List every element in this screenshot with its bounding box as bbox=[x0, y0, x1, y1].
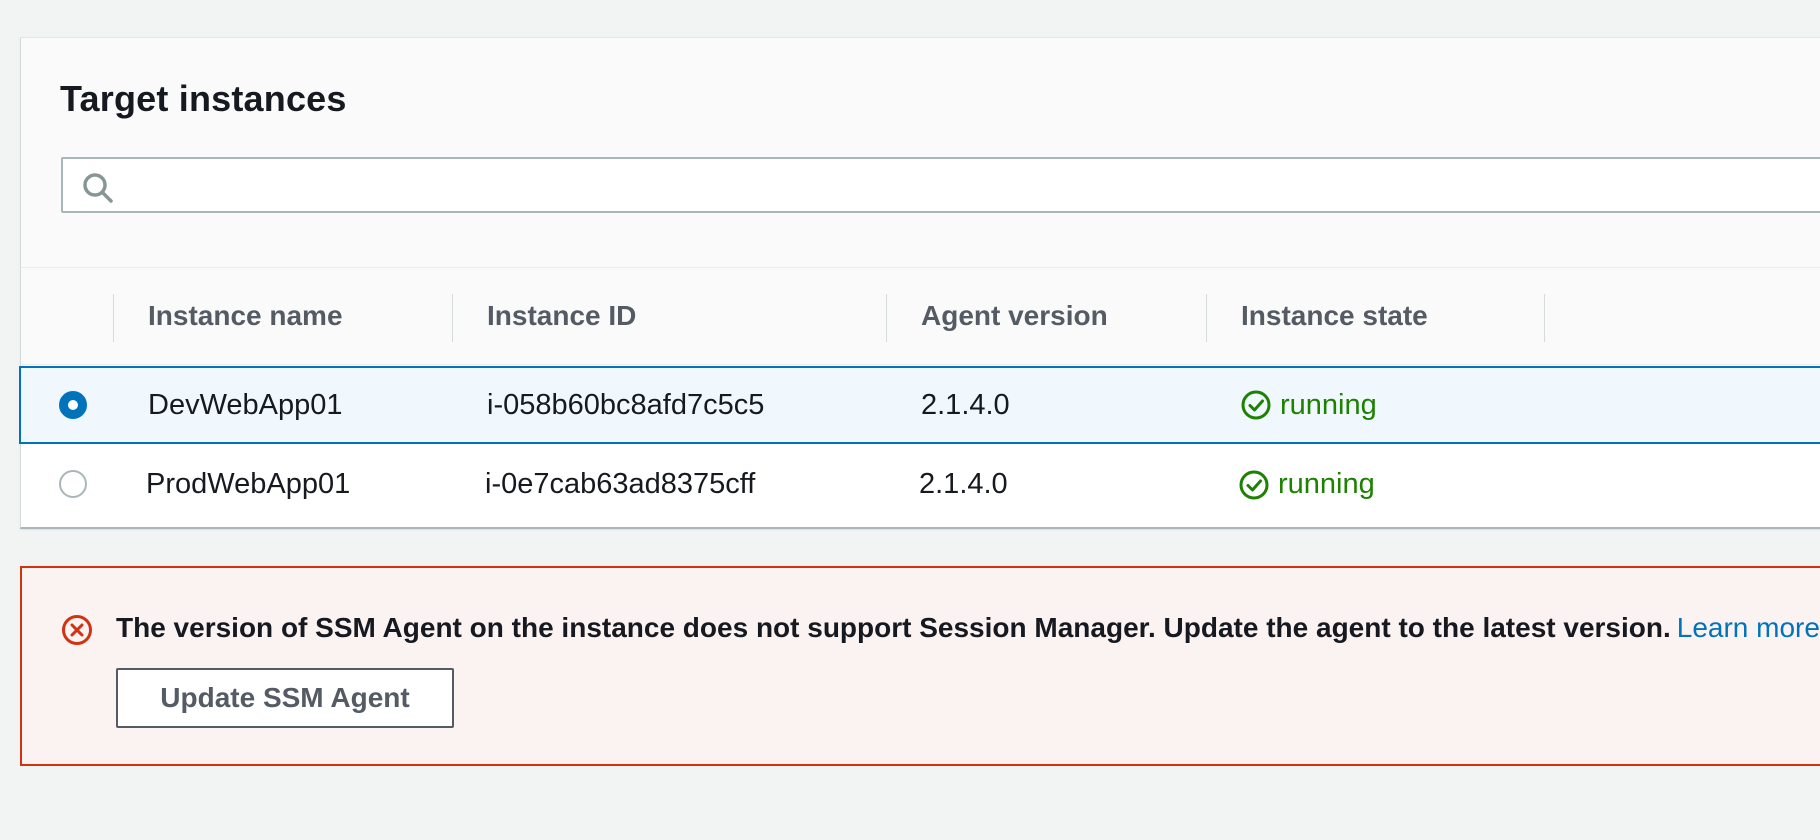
agent-version-cell: 2.1.4.0 bbox=[919, 468, 1008, 500]
column-divider bbox=[113, 294, 114, 342]
column-divider bbox=[886, 294, 887, 342]
column-divider bbox=[1206, 294, 1207, 342]
column-divider bbox=[452, 294, 453, 342]
status-indicator: running bbox=[1238, 468, 1375, 501]
instance-id-cell: i-058b60bc8afd7c5c5 bbox=[487, 388, 765, 421]
panel-header: Target instances bbox=[21, 38, 1820, 268]
agent-version-cell: 2.1.4.0 bbox=[921, 388, 1010, 421]
instance-name-cell: ProdWebApp01 bbox=[146, 468, 351, 500]
column-header-agent-version[interactable]: Agent version bbox=[921, 268, 1108, 364]
search-icon bbox=[83, 173, 113, 203]
learn-more-link[interactable]: Learn more bbox=[1677, 612, 1820, 643]
instance-state-cell: running bbox=[1238, 444, 1375, 525]
instance-id-cell: i-0e7cab63ad8375cff bbox=[485, 468, 756, 500]
column-header-instance-id[interactable]: Instance ID bbox=[487, 268, 636, 364]
status-text: running bbox=[1280, 388, 1377, 421]
page-background-top bbox=[0, 0, 1820, 37]
error-alert: The version of SSM Agent on the instance… bbox=[20, 566, 1820, 766]
check-circle-icon bbox=[1239, 470, 1269, 499]
column-header-instance-name[interactable]: Instance name bbox=[148, 268, 343, 364]
alert-message-line: The version of SSM Agent on the instance… bbox=[116, 612, 1820, 644]
table-header: Instance name Instance ID Agent version … bbox=[21, 268, 1820, 365]
panel-title: Target instances bbox=[60, 78, 347, 119]
row-select-radio[interactable] bbox=[59, 391, 87, 419]
error-circle-icon bbox=[62, 615, 92, 645]
table-row[interactable]: DevWebApp01 i-058b60bc8afd7c5c5 2.1.4.0 … bbox=[19, 366, 1820, 444]
alert-message: The version of SSM Agent on the instance… bbox=[116, 612, 1671, 643]
search-box[interactable] bbox=[61, 157, 1820, 213]
instance-name-cell: DevWebApp01 bbox=[148, 388, 343, 421]
column-header-instance-state[interactable]: Instance state bbox=[1241, 268, 1428, 364]
table-row[interactable]: ProdWebApp01 i-0e7cab63ad8375cff 2.1.4.0… bbox=[21, 444, 1820, 525]
column-divider bbox=[1544, 294, 1545, 342]
status-text: running bbox=[1278, 468, 1375, 500]
target-instances-panel: Target instances Instance name Instance … bbox=[19, 37, 1820, 529]
row-select-radio[interactable] bbox=[59, 470, 87, 498]
status-indicator: running bbox=[1240, 389, 1377, 422]
check-circle-icon bbox=[1241, 390, 1271, 420]
update-ssm-agent-button[interactable]: Update SSM Agent bbox=[116, 668, 454, 728]
search-input[interactable] bbox=[129, 159, 1820, 213]
instance-state-cell: running bbox=[1240, 368, 1377, 442]
